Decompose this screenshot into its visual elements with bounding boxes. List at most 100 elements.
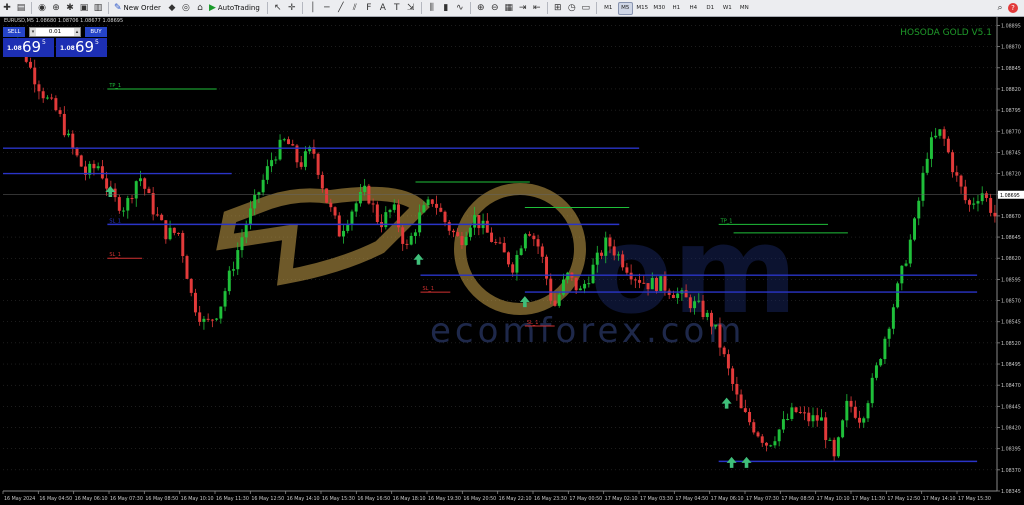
candle-body [282, 139, 286, 141]
price-label: 1.08420 [1001, 426, 1021, 432]
toolbar-separator [31, 2, 32, 14]
timeframe-m1[interactable]: M1 [601, 2, 616, 15]
candle-body [819, 417, 823, 421]
time-label: 16 May 16:50 [357, 496, 390, 502]
candle-body [942, 129, 946, 139]
buy-button[interactable]: BUY [85, 27, 107, 37]
profiles-icon[interactable]: ▤ [15, 2, 27, 15]
candle-body [769, 445, 773, 447]
candle-body [913, 218, 916, 240]
time-label: 16 May 10:10 [181, 496, 214, 502]
candle-body [278, 139, 282, 160]
timeframe-m15[interactable]: M15 [635, 2, 650, 15]
search-icon[interactable]: ⌕ [994, 2, 1006, 15]
candle-body [824, 417, 828, 441]
timeframe-m30[interactable]: M30 [652, 2, 667, 15]
candle-body [189, 278, 193, 293]
metaeditor-icon[interactable]: ◆ [166, 2, 178, 15]
candle-body [443, 211, 447, 223]
candle-body [731, 368, 735, 384]
arrows-icon[interactable]: ⇲ [405, 2, 417, 15]
text-label-icon[interactable]: T [391, 2, 403, 15]
price-label: 1.08845 [1001, 66, 1021, 72]
lot-decrease-icon[interactable]: ▾ [30, 28, 36, 36]
sell-button[interactable]: SELL [3, 27, 25, 37]
text-icon[interactable]: A [377, 2, 389, 15]
buy-price-prefix: 1.08 [60, 45, 75, 52]
timeframe-w1[interactable]: W1 [720, 2, 735, 15]
help-icon[interactable]: ? [1008, 3, 1018, 13]
time-label: 17 May 15:30 [958, 496, 991, 502]
zoom-in-icon[interactable]: ⊕ [475, 2, 487, 15]
tile-windows-icon[interactable]: ▦ [503, 2, 515, 15]
zoom-out-icon[interactable]: ⊖ [489, 2, 501, 15]
candle-body [151, 193, 155, 215]
templates-icon[interactable]: ▭ [580, 2, 592, 15]
candle-body [735, 383, 739, 395]
timeframe-h1[interactable]: H1 [669, 2, 684, 15]
line-chart-icon[interactable]: ∿ [454, 2, 466, 15]
timeframe-h4[interactable]: H4 [686, 2, 701, 15]
lot-increase-icon[interactable]: ▴ [74, 28, 80, 36]
time-label: 16 May 15:30 [322, 496, 355, 502]
periods-icon[interactable]: ◷ [566, 2, 578, 15]
auto-trading-button[interactable]: ▶ AutoTrading [208, 2, 263, 15]
data-window-icon[interactable]: ⊕ [50, 2, 62, 15]
timeframe-mn[interactable]: MN [737, 2, 752, 15]
candle-body [45, 97, 49, 99]
candle-body [490, 232, 494, 242]
candle-body [164, 220, 168, 240]
bar-chart-icon[interactable]: ⫼ [426, 2, 438, 15]
equidistant-channel-icon[interactable]: ⫽ [349, 2, 361, 15]
signals-icon[interactable]: ◎ [180, 2, 192, 15]
candle-body [629, 272, 633, 280]
candle-body [583, 283, 587, 289]
auto-scroll-icon[interactable]: ⇤ [531, 2, 543, 15]
candle-body [718, 324, 722, 348]
level-label: SL_1 [109, 252, 121, 258]
strategy-tester-icon[interactable]: ▥ [92, 2, 104, 15]
candle-body [671, 294, 675, 299]
crosshair-icon[interactable]: ✛ [286, 2, 298, 15]
new-order-button[interactable]: ✎ New Order [113, 2, 164, 15]
new-chart-icon[interactable]: ✚ [1, 2, 13, 15]
time-label: 17 May 02:10 [605, 496, 638, 502]
market-watch-icon[interactable]: ◉ [36, 2, 48, 15]
vps-icon[interactable]: ⌂ [194, 2, 206, 15]
candle-body [811, 415, 815, 422]
indicators-icon[interactable]: ⊞ [552, 2, 564, 15]
buy-price[interactable]: 1.08 69 5 [56, 38, 107, 57]
candle-body [236, 250, 240, 270]
chart-shift-icon[interactable]: ⇥ [517, 2, 529, 15]
horizontal-line-icon[interactable]: ─ [321, 2, 333, 15]
sell-price-main: 69 [22, 38, 42, 56]
timeframe-d1[interactable]: D1 [703, 2, 718, 15]
time-label: 16 May 08:50 [145, 496, 178, 502]
lot-size-value[interactable]: 0.01 [49, 29, 61, 35]
candlestick-icon[interactable]: ▮ [440, 2, 452, 15]
candle-body [134, 181, 138, 199]
candle-body [714, 324, 718, 327]
candle-body [67, 133, 71, 136]
cursor-icon[interactable]: ↖ [272, 2, 284, 15]
candle-body [845, 400, 849, 421]
terminal-icon[interactable]: ▣ [78, 2, 90, 15]
candle-body [659, 276, 663, 291]
chart-window[interactable]: ecomforex.com om TP_1 TP_1 SL_1 SL_1 SL_1 SL_1 1… [0, 17, 1024, 505]
navigator-icon[interactable]: ✱ [64, 2, 76, 15]
sell-price[interactable]: 1.08 69 5 [3, 38, 54, 57]
trendline-icon[interactable]: ╱ [335, 2, 347, 15]
toolbar-separator [595, 2, 597, 14]
vertical-line-icon[interactable]: │ [307, 2, 319, 15]
candle-body [705, 312, 709, 318]
buy-arrow-icon [413, 253, 424, 265]
toolbar-separator [420, 2, 422, 14]
candle-body [456, 232, 460, 237]
fibonacci-icon[interactable]: F [363, 2, 375, 15]
main-toolbar: ✚ ▤ ◉ ⊕ ✱ ▣ ▥ ✎ New Order ◆ ◎ ⌂ ▶ AutoTrading ↖ ✛ │ ─ ╱ ⫽ F A… [0, 0, 1024, 17]
candle-body [866, 403, 870, 419]
timeframe-m5[interactable]: M5 [617, 1, 633, 15]
candle-body [587, 283, 591, 285]
lot-size-field[interactable]: ▾ 0.01 ▴ [29, 27, 81, 37]
price-chart[interactable]: ecomforex.comomTP_1TP_1SL_1SL_1SL_1SL_11… [0, 17, 1024, 505]
